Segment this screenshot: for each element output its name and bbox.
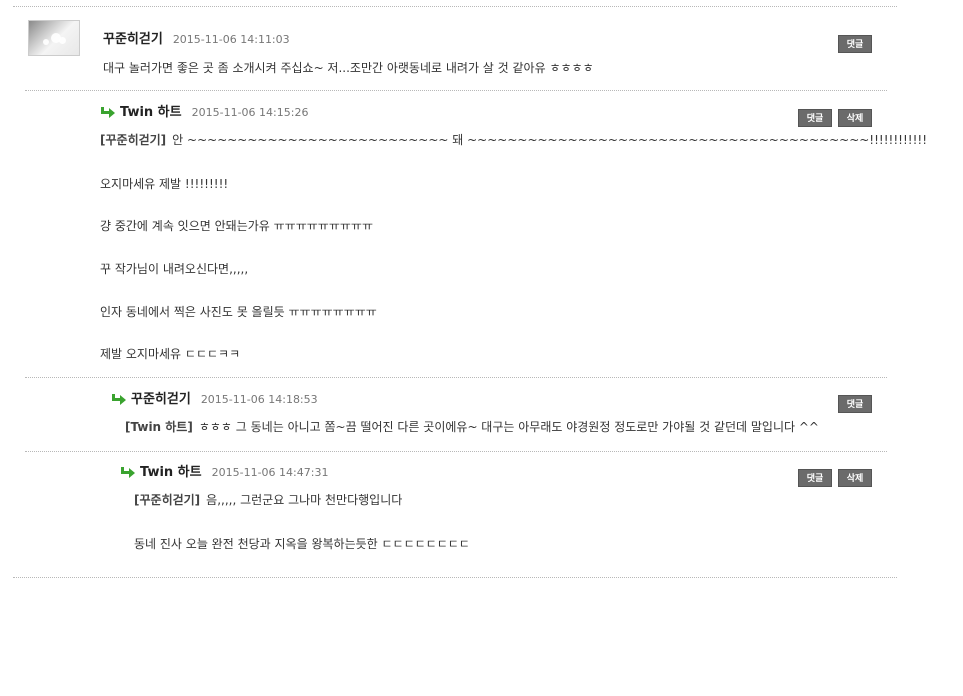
reply-button[interactable]: 댓글 (798, 469, 832, 487)
delete-button[interactable]: 삭제 (838, 109, 872, 127)
mention-tag[interactable]: [꾸준히걷기] (100, 133, 166, 147)
delete-button[interactable]: 삭제 (838, 469, 872, 487)
comment-text: ㅎㅎㅎ 그 동네는 아니고 쫌~끔 떨어진 다른 곳이에유~ 대구는 아무래도 … (198, 420, 819, 434)
comment-text: 인자 동네에서 찍은 사진도 못 올릴듯 ㅠㅠㅠㅠㅠㅠㅠㅠ (100, 305, 377, 319)
comment-text: 꾸 작가님이 내려오신다면,,,,, (100, 262, 249, 276)
comment-author[interactable]: Twin 하트 (120, 105, 182, 120)
comment-date: 2015-11-06 14:11:03 (172, 33, 290, 46)
comment-text: 안 ~~~~~~~~~~~~~~~~~~~~~~~~~~ 돼 ~~~~~~~~~… (172, 133, 928, 147)
comment-text: 대구 놀러가면 좋은 곳 좀 소개시켜 주십쇼~ 저...조만간 아랫동네로 내… (103, 61, 594, 75)
reply-arrow-icon (101, 106, 115, 118)
reply-button[interactable]: 댓글 (838, 395, 872, 413)
separator-1 (25, 90, 887, 91)
separator-2 (25, 377, 887, 378)
mention-tag[interactable]: [Twin 하트] (125, 420, 193, 434)
comment-date: 2015-11-06 14:47:31 (211, 466, 329, 479)
comment-date: 2015-11-06 14:15:26 (191, 106, 309, 119)
comment-author[interactable]: 꾸준히걷기 (103, 32, 163, 47)
separator-3 (25, 451, 887, 452)
reply-arrow-icon (121, 466, 135, 478)
separator-bottom (13, 577, 897, 578)
mention-tag[interactable]: [꾸준히걷기] (134, 493, 200, 507)
comment-text: 오지마세유 제발 !!!!!!!!! (100, 177, 229, 191)
comment-text: 음,,,,, 그런군요 그나마 천만다행입니다 (206, 493, 403, 507)
comment-text: 걍 중간에 계속 잇으면 안돼는가유 ㅠㅠㅠㅠㅠㅠㅠㅠㅠ (100, 219, 373, 233)
reply-button[interactable]: 댓글 (798, 109, 832, 127)
reply-arrow-icon (112, 393, 126, 405)
comment-text: 제발 오지마세유 ㄷㄷㄷㅋㅋ (100, 347, 241, 361)
comment-author[interactable]: 꾸준히걷기 (131, 392, 191, 407)
comment-text: 동네 진사 오늘 완전 천당과 지옥을 왕복하는듯한 ㄷㄷㄷㄷㄷㄷㄷㄷ (134, 537, 470, 551)
comment-1: 꾸준히걷기 2015-11-06 14:11:03 댓글 대구 놀러가면 좋은 곳… (0, 0, 963, 90)
avatar[interactable] (28, 20, 80, 56)
comment-author[interactable]: Twin 하트 (140, 465, 202, 480)
reply-button[interactable]: 댓글 (838, 35, 872, 53)
comment-date: 2015-11-06 14:18:53 (200, 393, 318, 406)
